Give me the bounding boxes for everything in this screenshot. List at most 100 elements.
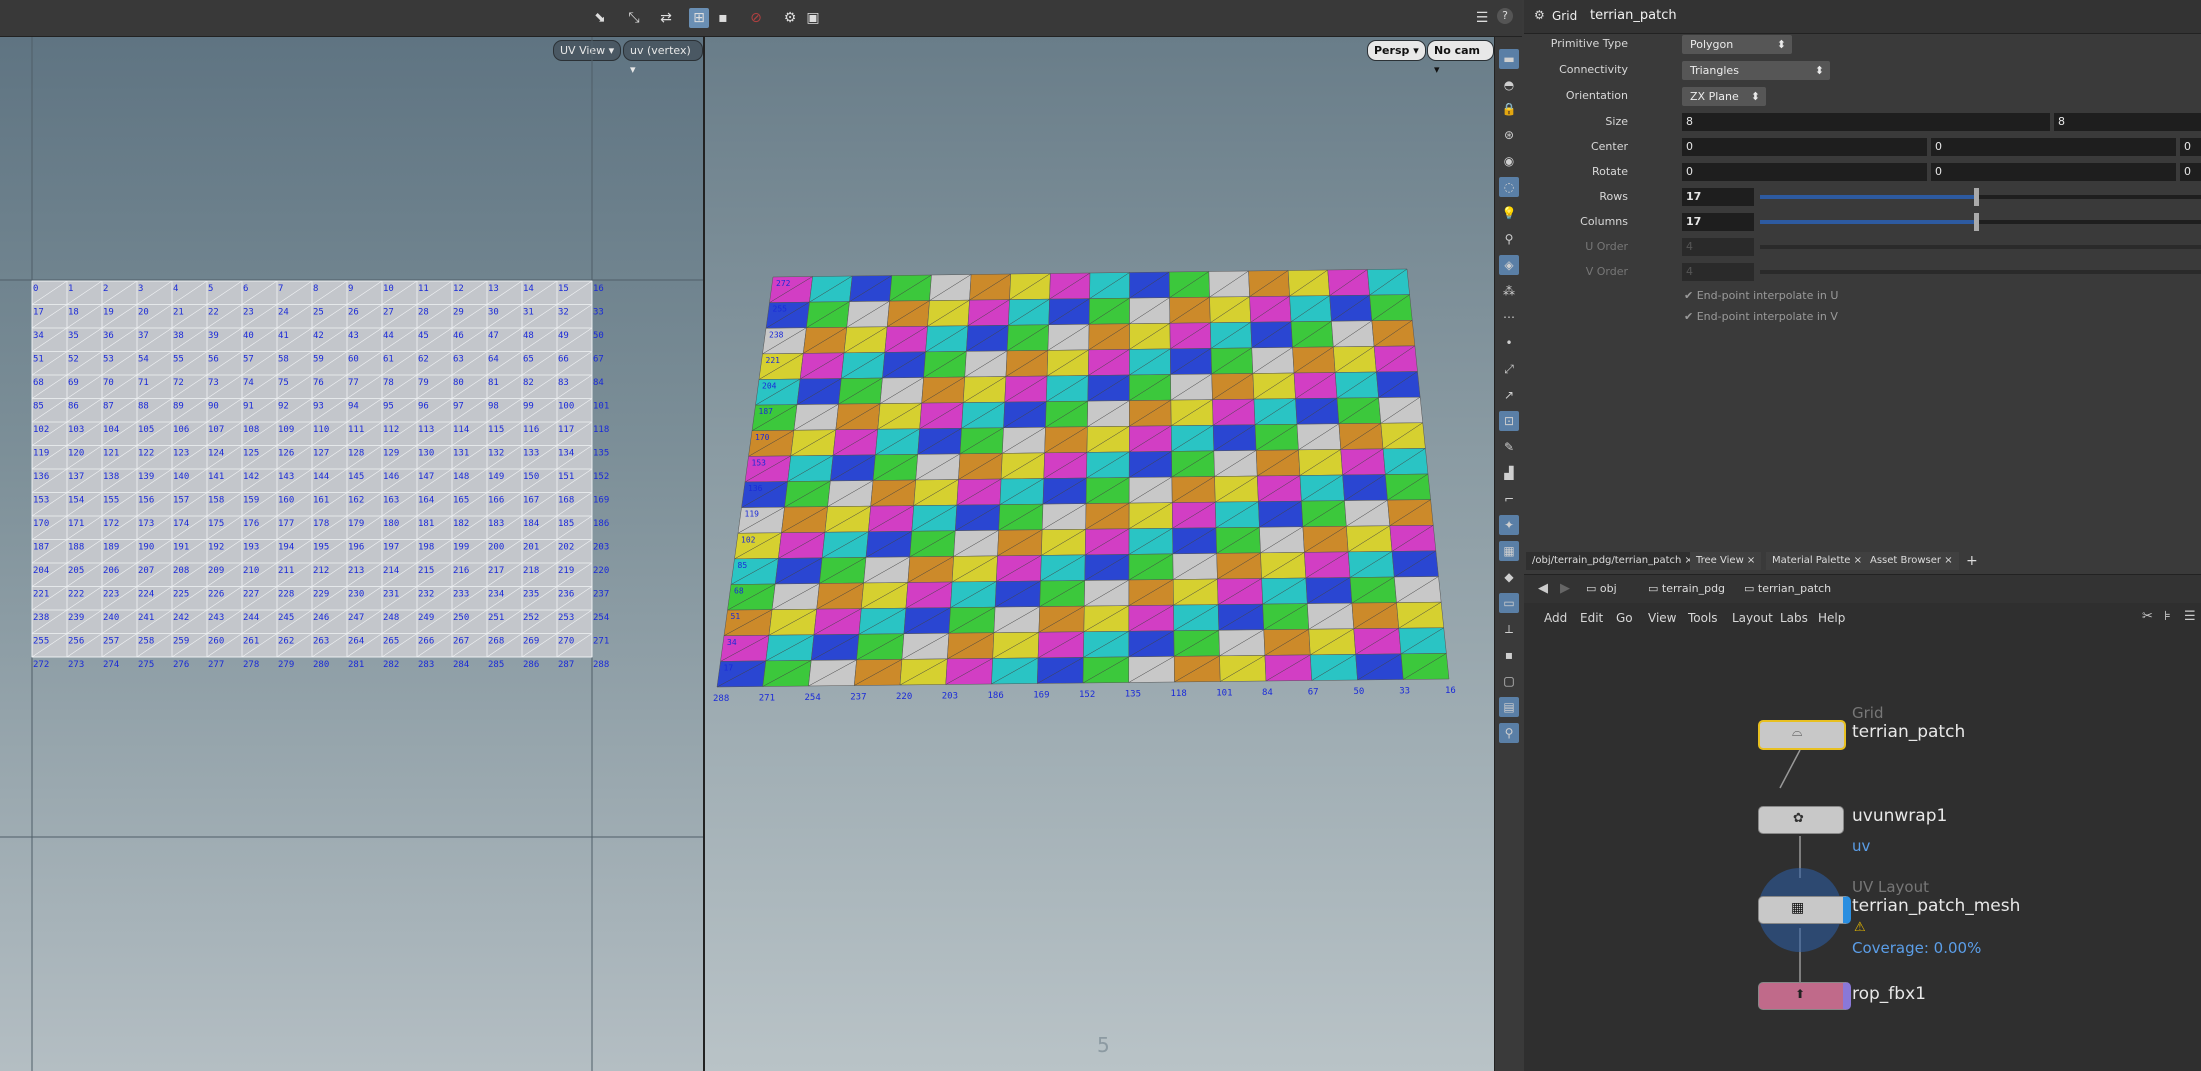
warning-icon[interactable]: ⚠	[1854, 920, 1866, 935]
grid-node-name[interactable]: terrian_patch	[1852, 722, 1965, 742]
3d-viewport[interactable]: Persp ▾ No cam ▾ 272 255 238 221 204 187 170 15…	[705, 37, 1494, 1071]
shade-icon[interactable]: ◉	[1499, 151, 1519, 171]
texture-icon[interactable]: ◈	[1499, 255, 1519, 275]
rop-fbx-node[interactable]: ⬆	[1758, 982, 1851, 1010]
uv-vertex-label: 247	[348, 613, 364, 623]
uv-grid: 0 1 2 3 4 5 6 7 8 9 10 11 12 13 14 15 1617 18 19 20 21 22 23 24…	[0, 37, 703, 1071]
uv-vertex-label: 272	[33, 660, 49, 670]
network-editor[interactable]: /obj/terrain_pdg/terrian_patch × Tree Vi…	[1524, 548, 2201, 1071]
columns-slider-handle[interactable]	[1974, 213, 1979, 231]
uvlayout-node-name[interactable]: terrian_patch_mesh	[1852, 896, 2020, 916]
layout-icon[interactable]: ☰	[1472, 8, 1492, 28]
grid-node[interactable]: ⌓	[1758, 720, 1846, 750]
connectivity-select[interactable]: Triangles ⬍	[1682, 61, 1830, 80]
transform-tool-icon[interactable]: ⤡	[624, 8, 644, 28]
particles-icon[interactable]: ⁂	[1499, 281, 1519, 301]
uv-vertex-label: 87	[103, 402, 114, 412]
uv-vertex-label: 59	[313, 355, 324, 365]
scale-tool-icon[interactable]: ⇄	[656, 8, 676, 28]
grid-display-icon[interactable]: ▦	[1499, 541, 1519, 561]
paint-icon[interactable]: ▟	[1499, 463, 1519, 483]
uv-vertex-label: 126	[278, 449, 294, 459]
mesh-vertex-label: 16	[1445, 686, 1456, 696]
uv-vertex-label: 135	[593, 449, 609, 459]
uv-vertex-label: 278	[243, 660, 259, 670]
uv-vertex-label: 257	[103, 637, 119, 647]
marker-icon[interactable]: ⚲	[1499, 723, 1519, 743]
frame-icon[interactable]: ▭	[1499, 593, 1519, 613]
vector-icon[interactable]: ↗	[1499, 385, 1519, 405]
size-y-field[interactable]: 8	[2054, 113, 2201, 131]
wire-icon[interactable]: ◌	[1499, 177, 1519, 197]
uv-vertex-label: 49	[558, 331, 569, 341]
render-icon[interactable]: ▣	[803, 8, 823, 28]
center-y-field[interactable]: 0	[1931, 138, 2176, 156]
mesh-vertex-label: 51	[731, 612, 741, 621]
display-icon[interactable]: ▪	[713, 8, 733, 28]
center-z-field[interactable]: 0	[2180, 138, 2201, 156]
flat-icon[interactable]: ◆	[1499, 567, 1519, 587]
uv-vertex-label: 245	[278, 613, 294, 623]
camera-icon[interactable]: ⚙	[780, 8, 800, 28]
display-option-icon[interactable]: ▬	[1499, 49, 1519, 69]
uv-icon[interactable]: ⊡	[1499, 411, 1519, 431]
uv-vertex-label: 50	[593, 331, 604, 341]
interp-v-checkbox[interactable]: ✔ End-point interpolate in V	[1684, 310, 1838, 323]
stop-icon[interactable]: ⊘	[746, 8, 766, 28]
gear-icon[interactable]: ⚙	[1534, 8, 1545, 22]
brush-icon[interactable]: ✎	[1499, 437, 1519, 457]
uv-vertex-label: 172	[103, 519, 119, 529]
interp-u-checkbox[interactable]: ✔ End-point interpolate in U	[1684, 289, 1838, 302]
rows-slider-handle[interactable]	[1974, 188, 1979, 206]
uv-vertex-label: 229	[313, 590, 329, 600]
snap-icon[interactable]: ✦	[1499, 515, 1519, 535]
uvlayout-node-icon: ▦	[1791, 900, 1805, 916]
normals-icon[interactable]: ⤢	[1499, 359, 1519, 379]
columns-slider-fill	[1760, 220, 1976, 224]
lights-icon[interactable]: ⚲	[1499, 229, 1519, 249]
rows-field[interactable]: 17	[1682, 188, 1754, 206]
uv-vertex-label: 256	[68, 637, 84, 647]
node-name-field[interactable]: terrian_patch	[1584, 6, 2190, 26]
mesh-vertex-label: 17	[724, 663, 734, 672]
uv-vertex-label: 19	[103, 308, 114, 318]
handle-icon[interactable]: ⟂	[1499, 619, 1519, 639]
points-icon[interactable]: ⋯	[1499, 307, 1519, 327]
background-icon[interactable]: ▤	[1499, 697, 1519, 717]
uv-vertex-label: 285	[488, 660, 504, 670]
rop-fbx-node-name[interactable]: rop_fbx1	[1852, 984, 1926, 1004]
lock-icon[interactable]: 🔒	[1499, 99, 1519, 119]
uv-vertex-label: 118	[593, 425, 609, 435]
primitive-type-select[interactable]: Polygon ⬍	[1682, 35, 1792, 54]
mesh-vertex-label: 204	[762, 382, 777, 391]
select-tool-icon[interactable]: ⬊	[590, 8, 610, 28]
ghost-icon[interactable]: ◓	[1499, 75, 1519, 95]
size-x-field[interactable]: 8	[1682, 113, 2050, 131]
light-icon[interactable]: 💡	[1499, 203, 1519, 223]
uv-vertex-label: 109	[278, 425, 294, 435]
snap-grid-icon[interactable]: ⊞	[689, 8, 709, 28]
uv-vertex-label: 29	[453, 308, 464, 318]
uvunwrap-node-name[interactable]: uvunwrap1	[1852, 806, 1947, 826]
uv-view-pane[interactable]: UV View ▾ uv (vertex) ▾ 0 1 2 3 4 5 6 7 8 9 10 11 12…	[0, 37, 705, 1071]
uv-vertex-label: 144	[313, 472, 329, 482]
uvunwrap-node[interactable]: ✿	[1758, 806, 1844, 834]
orientation-select[interactable]: ZX Plane ⬍	[1682, 87, 1766, 106]
center-x-field[interactable]: 0	[1682, 138, 1927, 156]
scene-icon[interactable]: ⊛	[1499, 125, 1519, 145]
uv-vertex-label: 258	[138, 637, 154, 647]
mesh-vertex-label: 119	[745, 510, 760, 519]
rotate-z-field[interactable]: 0	[2180, 163, 2201, 181]
uv-vertex-label: 213	[348, 566, 364, 576]
uvlayout-node[interactable]: ▦	[1758, 896, 1851, 924]
dot-icon[interactable]: •	[1499, 333, 1519, 353]
cube-icon[interactable]: ▢	[1499, 671, 1519, 691]
columns-field[interactable]: 17	[1682, 213, 1754, 231]
bound-icon[interactable]: ⌐	[1499, 489, 1519, 509]
uv-vertex-label: 82	[523, 378, 534, 388]
rotate-x-field[interactable]: 0	[1682, 163, 1927, 181]
object-icon[interactable]: ▪	[1499, 645, 1519, 665]
help-icon[interactable]: ?	[1497, 8, 1513, 24]
uv-vertex-label: 128	[348, 449, 364, 459]
rotate-y-field[interactable]: 0	[1931, 163, 2176, 181]
